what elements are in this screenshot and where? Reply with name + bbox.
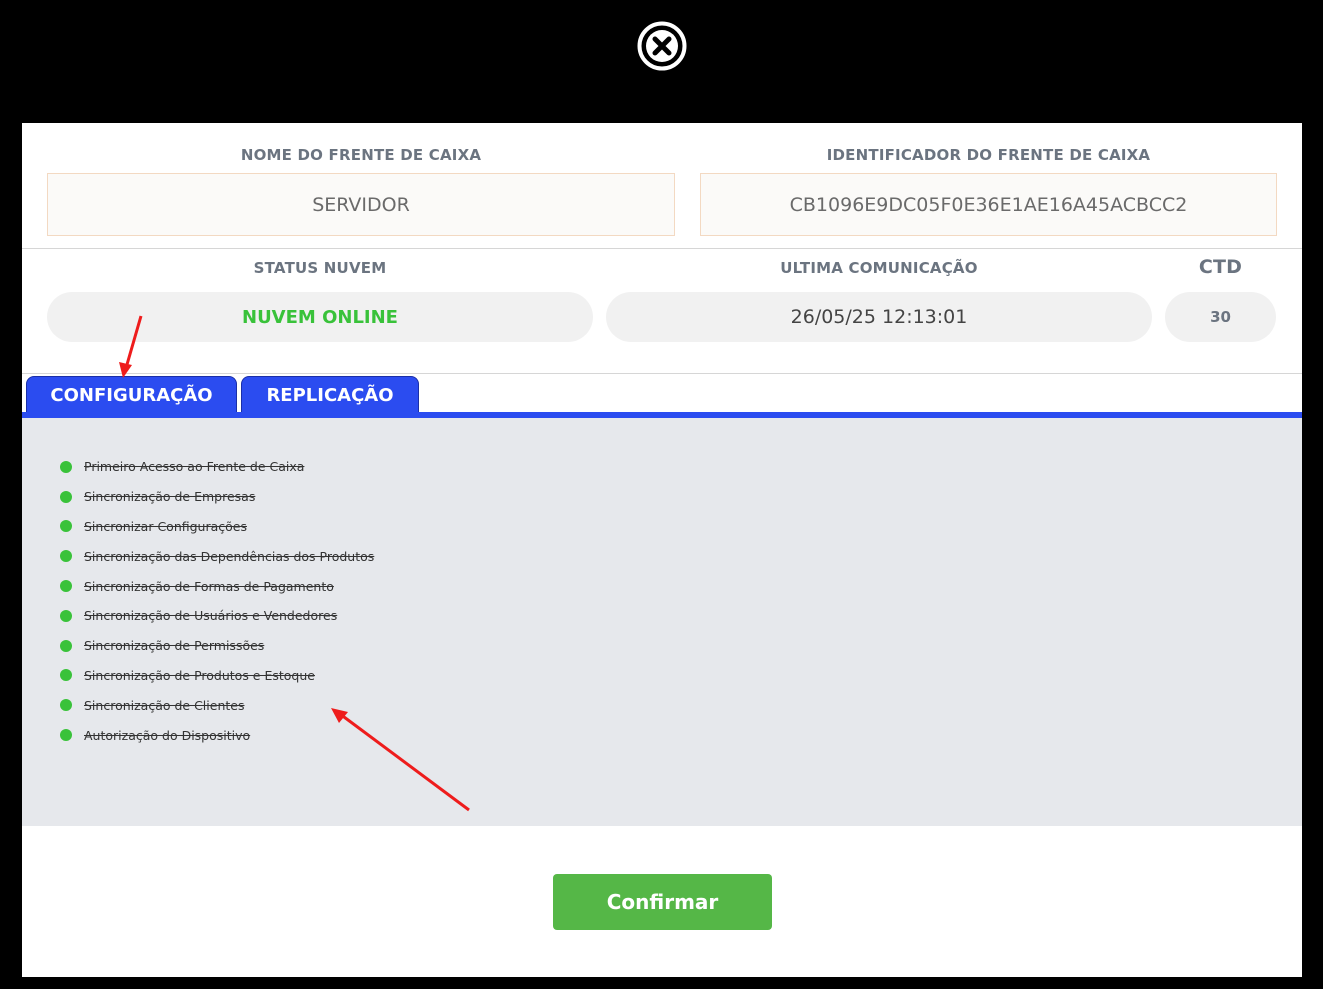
sync-step: Sincronização de Usuários e Vendedores bbox=[60, 601, 374, 631]
sync-step-label: Sincronização de Empresas bbox=[84, 489, 256, 505]
status-dot-icon bbox=[60, 490, 72, 503]
status-dot-icon bbox=[60, 609, 72, 622]
last-communication-label: ULTIMA COMUNICAÇÃO bbox=[780, 259, 978, 277]
tab-panel-configuracao: Primeiro Acesso ao Frente de Caixa Sincr… bbox=[22, 418, 1302, 826]
close-circle-icon bbox=[637, 21, 687, 71]
tab-replicacao[interactable]: REPLICAÇÃO bbox=[241, 376, 419, 413]
status-dot-icon bbox=[60, 520, 72, 533]
status-dot-icon bbox=[60, 699, 72, 712]
status-dot-icon bbox=[60, 639, 72, 652]
sync-step-label: Sincronização de Clientes bbox=[84, 697, 245, 713]
section-divider bbox=[22, 373, 1302, 374]
sync-steps-list: Primeiro Acesso ao Frente de Caixa Sincr… bbox=[60, 452, 374, 750]
ctd-label: CTD bbox=[1198, 256, 1243, 278]
sync-step-label: Sincronizar Configurações bbox=[84, 518, 247, 534]
status-dot-icon bbox=[60, 580, 72, 593]
last-communication-value: 26/05/25 12:13:01 bbox=[606, 292, 1152, 342]
status-dot-icon bbox=[60, 729, 72, 742]
cloud-status-label: STATUS NUVEM bbox=[253, 259, 387, 277]
tab-configuracao[interactable]: CONFIGURAÇÃO bbox=[26, 376, 237, 413]
pos-modal: NOME DO FRENTE DE CAIXA SERVIDOR IDENTIF… bbox=[22, 123, 1302, 977]
sync-step: Sincronização de Produtos e Estoque bbox=[60, 661, 374, 691]
sync-step-label: Sincronização de Produtos e Estoque bbox=[84, 667, 315, 683]
confirm-button[interactable]: Confirmar bbox=[553, 874, 772, 930]
sync-step: Sincronização de Clientes bbox=[60, 690, 374, 720]
sync-step: Sincronizar Configurações bbox=[60, 512, 374, 542]
sync-step-label: Sincronização de Permissões bbox=[84, 638, 265, 654]
sync-step-label: Sincronização de Usuários e Vendedores bbox=[84, 608, 338, 624]
pos-id-label: IDENTIFICADOR DO FRENTE DE CAIXA bbox=[826, 146, 1151, 164]
sync-step: Sincronização de Permissões bbox=[60, 631, 374, 661]
sync-step-label: Primeiro Acesso ao Frente de Caixa bbox=[84, 459, 305, 475]
section-divider bbox=[22, 248, 1302, 249]
status-dot-icon bbox=[60, 669, 72, 682]
pos-name-label: NOME DO FRENTE DE CAIXA bbox=[240, 146, 482, 164]
pos-name-field[interactable]: SERVIDOR bbox=[47, 173, 675, 236]
pos-id-field[interactable]: CB1096E9DC05F0E36E1AE16A45ACBCC2 bbox=[700, 173, 1277, 236]
sync-step-label: Sincronização de Formas de Pagamento bbox=[84, 578, 334, 594]
sync-step: Primeiro Acesso ao Frente de Caixa bbox=[60, 452, 374, 482]
sync-step: Sincronização de Formas de Pagamento bbox=[60, 571, 374, 601]
sync-step: Sincronização das Dependências dos Produ… bbox=[60, 541, 374, 571]
cloud-status-value: NUVEM ONLINE bbox=[47, 292, 593, 342]
status-dot-icon bbox=[60, 550, 72, 563]
sync-step: Sincronização de Empresas bbox=[60, 482, 374, 512]
sync-step-label: Sincronização das Dependências dos Produ… bbox=[84, 548, 375, 564]
ctd-value: 30 bbox=[1165, 292, 1276, 342]
sync-step-label: Autorização do Dispositivo bbox=[84, 727, 251, 743]
close-button[interactable] bbox=[637, 21, 687, 71]
status-dot-icon bbox=[60, 460, 72, 473]
sync-step: Autorização do Dispositivo bbox=[60, 720, 374, 750]
